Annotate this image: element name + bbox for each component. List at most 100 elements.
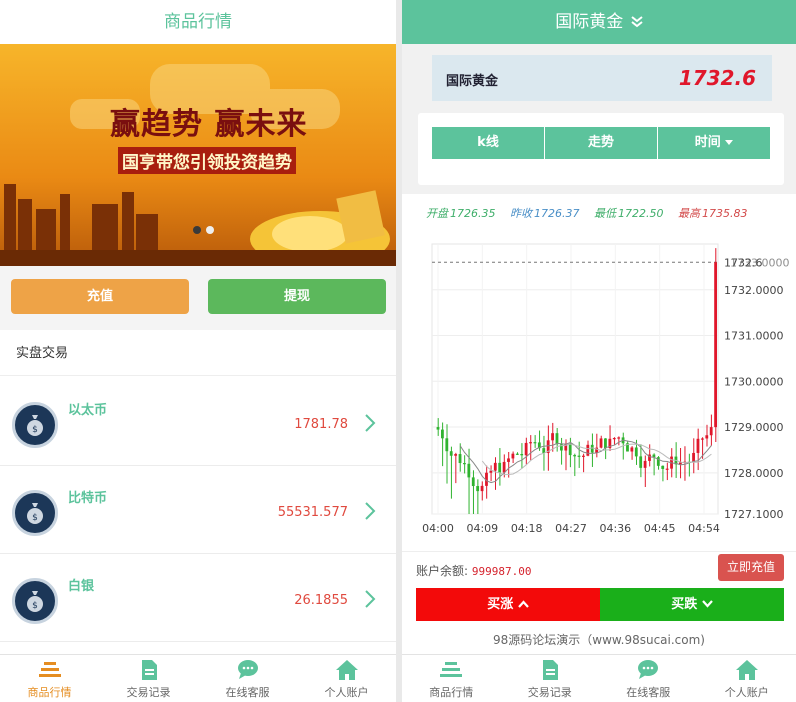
money-bag-icon: $ <box>12 578 58 624</box>
y-tick-label: 1727.1000 <box>724 508 784 521</box>
y-tick-label: 1732.0000 <box>724 284 784 297</box>
double-chevron-down-icon <box>631 16 643 28</box>
item-name: 以太币 <box>68 403 108 418</box>
recharge-button[interactable]: 充值 <box>11 279 189 314</box>
stat-low-label: 最低 <box>594 207 616 220</box>
candle-body <box>436 427 440 430</box>
quote-name: 国际黄金 <box>446 74 499 89</box>
stat-open-value: 1726.35 <box>450 207 496 220</box>
chevron-right-icon <box>365 414 376 432</box>
buy-down-button[interactable]: 买跌 <box>600 588 784 621</box>
right-phone-screen: 国际黄金 国际黄金 1732.6 k线 走势 时间 开盘 1726.35 昨收 17… <box>402 0 796 702</box>
candle-body <box>445 438 449 452</box>
candle-body <box>709 427 713 436</box>
stat-prevclose-value: 1726.37 <box>534 207 580 220</box>
tab-support[interactable]: 在线客服 <box>198 655 297 702</box>
market-icon <box>440 662 463 677</box>
candle-body <box>507 458 510 462</box>
tab-support[interactable]: 在线客服 <box>599 655 698 702</box>
candle-body <box>612 438 616 440</box>
candle-body <box>617 437 621 439</box>
stat-high-label: 最高 <box>678 207 700 220</box>
x-tick-label: 04:09 <box>466 522 498 535</box>
item-price: 55531.577 <box>277 505 348 520</box>
market-icon <box>38 662 61 677</box>
y-tick-label: 1729.0000 <box>724 421 784 434</box>
svg-text:$: $ <box>32 601 38 611</box>
candlestick-chart[interactable]: 1732.0000 1731.0000 1730.0000 1729.0000 1728… <box>402 232 796 544</box>
tab-label: 商品行情 <box>27 686 72 699</box>
candle-body <box>502 461 506 473</box>
tab-label: 在线客服 <box>225 686 270 699</box>
candle-body <box>471 477 475 487</box>
candle-body <box>524 442 528 456</box>
account-bar: 账户余额: 999987.00 立即充值 <box>402 551 796 587</box>
recharge-now-button[interactable]: 立即充值 <box>718 554 784 581</box>
banner-headline: 赢趋势 赢未来 <box>110 107 308 142</box>
candle-body <box>498 462 502 473</box>
candle-body <box>542 448 546 454</box>
header-bar[interactable]: 国际黄金 <box>402 0 796 44</box>
candle-body <box>577 455 581 457</box>
banner-subline: 国亨带您引领投资趋势 <box>118 147 296 174</box>
price-stats: 开盘 1726.35 昨收 1726.37 最低 1722.50 最高 1735.83 <box>426 205 759 221</box>
stat-high-value: 1735.83 <box>702 207 748 220</box>
tab-label: 个人账户 <box>724 686 769 699</box>
tab-records[interactable]: 交易记录 <box>501 655 600 702</box>
money-bag-icon: $ <box>12 402 58 448</box>
tab-trend[interactable]: 走势 <box>545 127 657 159</box>
tab-time-label: 时间 <box>694 135 721 150</box>
candle-body <box>493 462 497 471</box>
tab-label: 交易记录 <box>126 686 171 699</box>
caret-down-icon <box>725 140 734 145</box>
document-icon <box>141 660 157 680</box>
tab-account[interactable]: 个人账户 <box>698 655 796 702</box>
candle-body <box>661 465 665 469</box>
tab-market[interactable]: 商品行情 <box>0 655 99 702</box>
chat-icon <box>638 660 659 679</box>
page-title: 商品行情 <box>0 0 396 44</box>
y-tick-label: 1730.0000 <box>724 375 784 388</box>
moving-average-line <box>459 439 712 484</box>
promo-banner[interactable]: 赢趋势 赢未来 国亨带您引领投资趋势 <box>0 44 396 266</box>
x-tick-label: 04:18 <box>511 522 543 535</box>
candle-body <box>639 456 643 468</box>
balance-label: 账户余额: 999987.00 <box>416 564 532 578</box>
withdraw-button[interactable]: 提现 <box>208 279 386 314</box>
candle-body <box>692 452 695 463</box>
list-item[interactable]: $ 白银 26.1855 <box>0 556 396 642</box>
chevron-up-icon <box>517 600 529 608</box>
tab-kline[interactable]: k线 <box>432 127 544 159</box>
list-item[interactable]: $ 以太币 1781.78 <box>0 380 396 466</box>
candle-body <box>599 438 603 448</box>
candle-body <box>586 444 590 456</box>
list-item[interactable]: $ 比特币 55531.577 <box>0 468 396 554</box>
candle-body <box>511 453 515 459</box>
x-tick-label: 04:45 <box>644 522 676 535</box>
buy-up-button[interactable]: 买涨 <box>416 588 600 621</box>
tab-market[interactable]: 商品行情 <box>402 655 501 702</box>
candle-body <box>555 433 559 445</box>
x-tick-label: 04:27 <box>555 522 587 535</box>
tab-label: 商品行情 <box>429 686 474 699</box>
tab-time[interactable]: 时间 <box>658 127 770 159</box>
stat-open-label: 开盘 <box>426 207 448 220</box>
x-tick-label: 04:54 <box>688 522 720 535</box>
item-name: 比特币 <box>68 491 108 506</box>
footer-note: 98源码论坛演示（www.98sucai.com) <box>493 633 705 647</box>
candle-body <box>634 447 638 457</box>
quote-price: 1732.6 <box>678 66 756 90</box>
item-name: 白银 <box>68 579 95 594</box>
chat-icon <box>237 660 258 679</box>
tab-account[interactable]: 个人账户 <box>297 655 396 702</box>
candle-body <box>520 454 524 456</box>
chart-mode-tabs: k线 走势 时间 <box>418 113 784 185</box>
tab-label: 交易记录 <box>527 686 572 699</box>
action-buttons: 充值 提现 <box>0 266 396 330</box>
tab-records[interactable]: 交易记录 <box>99 655 198 702</box>
x-tick-label: 04:36 <box>599 522 631 535</box>
tab-label: 在线客服 <box>626 686 671 699</box>
stat-prevclose-label: 昨收 <box>510 207 532 220</box>
candle-body <box>573 455 576 457</box>
current-price-label: 1733.0000 <box>730 256 790 269</box>
